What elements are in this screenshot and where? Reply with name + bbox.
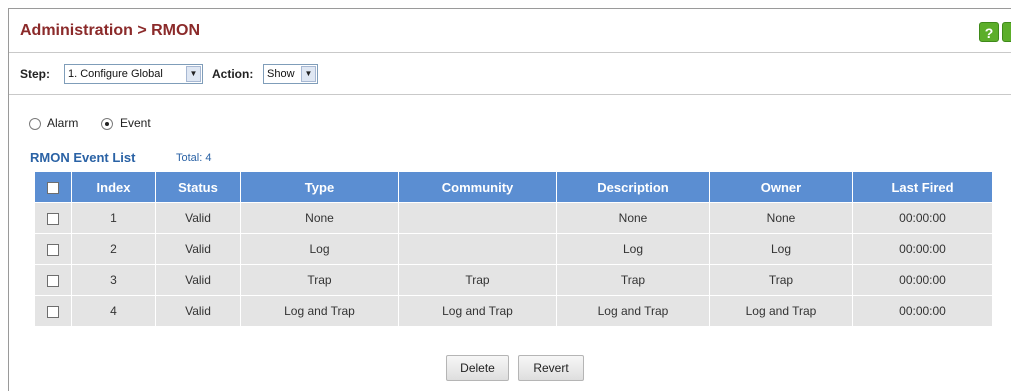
select-all-checkbox[interactable] xyxy=(47,182,59,195)
table-row: 3 Valid Trap Trap Trap Trap 00:00:00 xyxy=(34,264,993,296)
cell-owner: None xyxy=(709,202,853,234)
cell-index: 1 xyxy=(71,202,156,234)
action-label: Action: xyxy=(212,67,254,81)
col-header-description: Description xyxy=(556,171,710,203)
cell-owner: Log xyxy=(709,233,853,265)
event-table: Index Status Type Community Description … xyxy=(34,171,993,327)
title-bar: Administration > RMON ? xyxy=(9,9,1011,53)
cell-owner: Trap xyxy=(709,264,853,296)
cell-community xyxy=(398,233,557,265)
list-title: RMON Event List xyxy=(30,150,136,165)
cell-status: Valid xyxy=(155,233,241,265)
action-select[interactable]: Show ▼ xyxy=(263,64,318,84)
cell-index: 2 xyxy=(71,233,156,265)
step-select-value: 1. Configure Global xyxy=(68,68,163,80)
cell-index: 3 xyxy=(71,264,156,296)
col-header-owner: Owner xyxy=(709,171,853,203)
cell-community xyxy=(398,202,557,234)
cell-owner: Log and Trap xyxy=(709,295,853,327)
step-label: Step: xyxy=(20,67,50,81)
radio-event-button[interactable] xyxy=(101,118,113,130)
chevron-down-icon[interactable]: ▼ xyxy=(186,66,201,82)
step-select[interactable]: 1. Configure Global ▼ xyxy=(64,64,203,84)
table-row: 1 Valid None None None 00:00:00 xyxy=(34,202,993,234)
revert-button[interactable]: Revert xyxy=(518,355,584,381)
cell-status: Valid xyxy=(155,264,241,296)
row-select-cell xyxy=(34,295,72,327)
cell-last-fired: 00:00:00 xyxy=(852,295,993,327)
row-checkbox[interactable] xyxy=(47,212,59,225)
radio-alarm-button[interactable] xyxy=(29,118,41,130)
col-header-index: Index xyxy=(71,171,156,203)
chevron-down-icon[interactable]: ▼ xyxy=(301,66,316,82)
cell-community: Log and Trap xyxy=(398,295,557,327)
cell-last-fired: 00:00:00 xyxy=(852,264,993,296)
col-header-type: Type xyxy=(240,171,399,203)
row-select-cell xyxy=(34,264,72,296)
cell-last-fired: 00:00:00 xyxy=(852,202,993,234)
col-header-status: Status xyxy=(155,171,241,203)
col-header-last-fired: Last Fired xyxy=(852,171,993,203)
action-select-value: Show xyxy=(267,68,295,80)
rmon-panel: Administration > RMON ? Step: 1. Configu… xyxy=(8,8,1011,391)
row-checkbox[interactable] xyxy=(47,305,59,318)
radio-event-label[interactable]: Event xyxy=(120,116,151,130)
select-all-cell xyxy=(34,171,72,203)
cell-status: Valid xyxy=(155,202,241,234)
cell-description: None xyxy=(556,202,710,234)
table-row: 2 Valid Log Log Log 00:00:00 xyxy=(34,233,993,265)
cell-description: Log and Trap xyxy=(556,295,710,327)
cell-index: 4 xyxy=(71,295,156,327)
row-select-cell xyxy=(34,202,72,234)
table-row: 4 Valid Log and Trap Log and Trap Log an… xyxy=(34,295,993,327)
cell-type: Log and Trap xyxy=(240,295,399,327)
table-header-row: Index Status Type Community Description … xyxy=(34,171,993,203)
col-header-community: Community xyxy=(398,171,557,203)
cell-last-fired: 00:00:00 xyxy=(852,233,993,265)
cell-description: Trap xyxy=(556,264,710,296)
cell-type: None xyxy=(240,202,399,234)
cell-type: Trap xyxy=(240,264,399,296)
help-icon[interactable]: ? xyxy=(979,22,999,42)
row-select-cell xyxy=(34,233,72,265)
cell-description: Log xyxy=(556,233,710,265)
radio-alarm-label[interactable]: Alarm xyxy=(47,116,78,130)
row-checkbox[interactable] xyxy=(47,243,59,256)
cell-community: Trap xyxy=(398,264,557,296)
list-total: Total: 4 xyxy=(176,152,212,164)
cell-type: Log xyxy=(240,233,399,265)
cell-status: Valid xyxy=(155,295,241,327)
delete-button[interactable]: Delete xyxy=(446,355,509,381)
next-page-icon[interactable] xyxy=(1002,22,1011,42)
page-title: Administration > RMON xyxy=(20,22,201,39)
row-checkbox[interactable] xyxy=(47,274,59,287)
step-toolbar: Step: 1. Configure Global ▼ Action: Show… xyxy=(9,53,1011,95)
